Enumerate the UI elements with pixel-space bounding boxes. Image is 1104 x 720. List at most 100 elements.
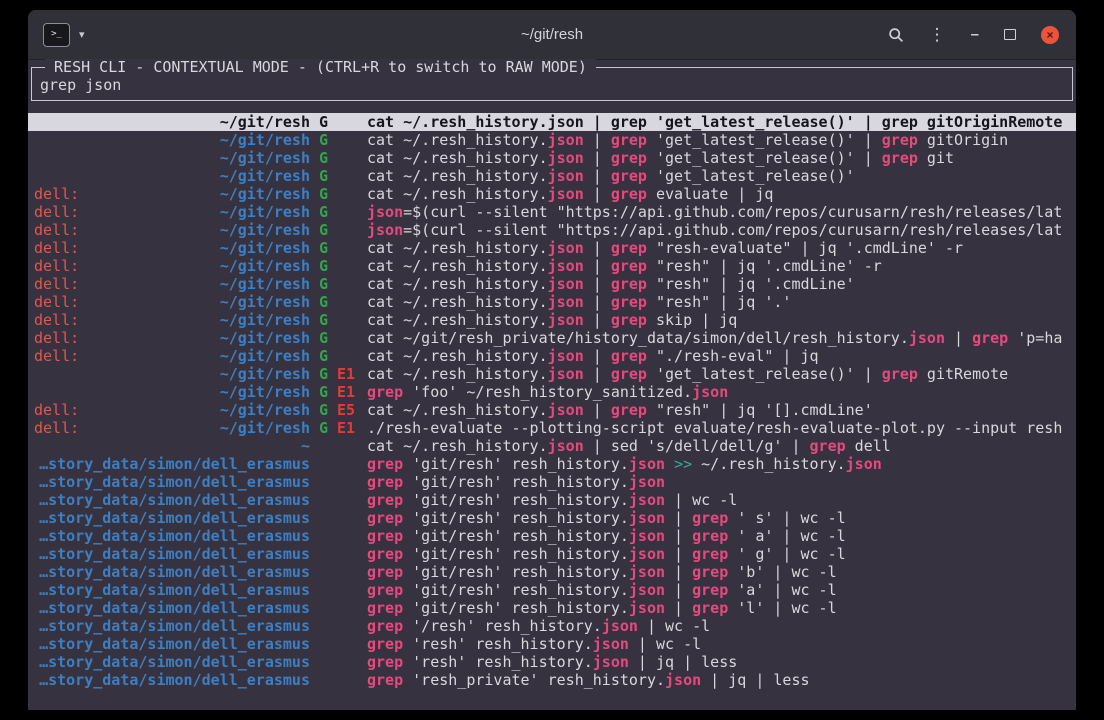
- row-command: cat ~/.resh_history.json | grep "resh" |…: [367, 257, 1076, 275]
- query-match: grep: [611, 113, 647, 131]
- query-match: grep: [367, 527, 403, 545]
- history-row[interactable]: dell:~/git/reshGjson=$(curl --silent "ht…: [28, 203, 1076, 221]
- query-match: json: [548, 131, 584, 149]
- row-flags: [310, 563, 367, 581]
- restore-button[interactable]: [1004, 29, 1016, 40]
- kebab-menu-icon[interactable]: ⋮: [929, 25, 946, 45]
- history-row[interactable]: ~/git/reshGcat ~/.resh_history.json | gr…: [28, 167, 1076, 185]
- row-host: dell:: [34, 329, 79, 347]
- row-command: cat ~/.resh_history.json | grep 'get_lat…: [367, 167, 1076, 185]
- history-row[interactable]: ~/git/reshGE1grep 'foo' ~/resh_history_s…: [28, 383, 1076, 401]
- query-match: grep: [611, 275, 647, 293]
- query-match: grep: [367, 491, 403, 509]
- history-row[interactable]: ~/git/reshGcat ~/.resh_history.json | gr…: [28, 113, 1076, 131]
- history-row[interactable]: …story_data/simon/dell_erasmusgrep 'git/…: [28, 581, 1076, 599]
- history-row[interactable]: ~cat ~/.resh_history.json | sed 's/dell/…: [28, 437, 1076, 455]
- history-row[interactable]: …story_data/simon/dell_erasmusgrep 'resh…: [28, 635, 1076, 653]
- row-command: grep 'git/resh' resh_history.json | grep…: [367, 563, 1076, 581]
- row-flags: [310, 617, 367, 635]
- history-row[interactable]: ~/git/resh Gcat ~/.resh_history.json | gr…: [28, 131, 1076, 149]
- row-directory: …story_data/simon/dell_erasmus: [34, 527, 310, 545]
- row-command: grep 'git/resh' resh_history.json | wc -…: [367, 491, 1076, 509]
- exit-status-flag: E1: [337, 383, 355, 401]
- search-icon[interactable]: [888, 27, 904, 43]
- history-row[interactable]: dell:~/git/reshGE5cat ~/.resh_history.js…: [28, 401, 1076, 419]
- history-row[interactable]: …story_data/simon/dell_erasmusgrep '/res…: [28, 617, 1076, 635]
- history-row[interactable]: dell:~/git/reshGjson=$(curl --silent "ht…: [28, 221, 1076, 239]
- row-flags: [310, 437, 367, 455]
- query-match: json: [629, 527, 665, 545]
- panel-title: RESH CLI - CONTEXTUAL MODE - (CTRL+R to …: [45, 59, 596, 76]
- query-match: grep: [367, 671, 403, 689]
- history-row[interactable]: dell:~/git/reshGcat ~/git/resh_private/h…: [28, 329, 1076, 347]
- git-flag: G: [319, 329, 328, 347]
- history-row[interactable]: dell:~/git/reshGE1./resh-evaluate --plot…: [28, 419, 1076, 437]
- query-match: grep: [972, 329, 1008, 347]
- history-row[interactable]: …story_data/simon/dell_erasmusgrep 'git/…: [28, 455, 1076, 473]
- row-directory: ~/git/resh: [34, 131, 310, 149]
- row-host: dell:: [34, 401, 79, 419]
- history-row[interactable]: dell:~/git/reshGcat ~/.resh_history.json…: [28, 275, 1076, 293]
- history-row[interactable]: …story_data/simon/dell_erasmusgrep 'git/…: [28, 491, 1076, 509]
- git-flag: G: [319, 365, 328, 383]
- shell-operator: >>: [674, 455, 692, 473]
- row-flags: [310, 671, 367, 689]
- row-command: grep 'git/resh' resh_history.json | grep…: [367, 545, 1076, 563]
- row-command: cat ~/.resh_history.json | grep "./resh-…: [367, 347, 1076, 365]
- row-directory: …story_data/simon/dell_erasmus: [34, 455, 310, 473]
- row-command: cat ~/.resh_history.json | grep "resh" |…: [367, 293, 1076, 311]
- row-flags: G: [310, 221, 367, 239]
- query-match: json: [629, 473, 665, 491]
- row-flags: G: [310, 347, 367, 365]
- query-match: grep: [611, 239, 647, 257]
- query-match: json: [548, 311, 584, 329]
- git-flag: G: [319, 131, 328, 149]
- query-match: json: [548, 437, 584, 455]
- titlebar[interactable]: >_ ▾ ~/git/resh ⋮ – ×: [28, 10, 1076, 60]
- query-match: grep: [367, 455, 403, 473]
- history-row[interactable]: dell:~/git/reshGcat ~/.resh_history.json…: [28, 257, 1076, 275]
- row-command: cat ~/.resh_history.json | grep 'get_lat…: [367, 131, 1076, 149]
- row-command: grep 'foo' ~/resh_history_sanitized.json: [367, 383, 1076, 401]
- row-host: dell:: [34, 239, 79, 257]
- query-match: json: [846, 455, 882, 473]
- history-row[interactable]: …story_data/simon/dell_erasmusgrep 'git/…: [28, 545, 1076, 563]
- row-flags: G: [310, 149, 367, 167]
- minimize-button[interactable]: –: [971, 26, 979, 43]
- row-flags: G: [310, 113, 367, 131]
- close-button[interactable]: ×: [1041, 26, 1059, 44]
- history-row[interactable]: dell:~/git/reshGcat ~/.resh_history.json…: [28, 293, 1076, 311]
- history-row[interactable]: …story_data/simon/dell_erasmusgrep 'git/…: [28, 527, 1076, 545]
- history-row[interactable]: ~/git/reshGE1cat ~/.resh_history.json | …: [28, 365, 1076, 383]
- row-command: cat ~/.resh_history.json | grep "resh" |…: [367, 401, 1076, 419]
- row-flags: [310, 491, 367, 509]
- history-row[interactable]: …story_data/simon/dell_erasmusgrep 'git/…: [28, 509, 1076, 527]
- query-match: grep: [611, 311, 647, 329]
- terminal-app-icon[interactable]: >_: [43, 23, 70, 47]
- history-row[interactable]: …story_data/simon/dell_erasmusgrep 'git/…: [28, 563, 1076, 581]
- row-command: cat ~/.resh_history.json | grep "resh-ev…: [367, 239, 1076, 257]
- query-match: json: [367, 203, 403, 221]
- history-row[interactable]: dell:~/git/reshGcat ~/.resh_history.json…: [28, 347, 1076, 365]
- history-row[interactable]: dell:~/git/reshGcat ~/.resh_history.json…: [28, 311, 1076, 329]
- chevron-down-icon[interactable]: ▾: [79, 28, 85, 41]
- history-row[interactable]: …story_data/simon/dell_erasmusgrep 'git/…: [28, 599, 1076, 617]
- row-command: grep 'resh' resh_history.json | jq | les…: [367, 653, 1076, 671]
- query-match: json: [629, 491, 665, 509]
- row-directory: ~/git/resh: [34, 365, 310, 383]
- history-row[interactable]: …story_data/simon/dell_erasmusgrep 'resh…: [28, 671, 1076, 689]
- query-match: grep: [611, 185, 647, 203]
- row-flags: G: [310, 167, 367, 185]
- row-host: dell:: [34, 221, 79, 239]
- history-row[interactable]: ~/git/reshGcat ~/.resh_history.json | gr…: [28, 149, 1076, 167]
- query-match: grep: [692, 581, 728, 599]
- history-row[interactable]: …story_data/simon/dell_erasmusgrep 'git/…: [28, 473, 1076, 491]
- history-row[interactable]: dell:~/git/reshGcat ~/.resh_history.json…: [28, 185, 1076, 203]
- row-command: cat ~/.resh_history.json | grep 'get_lat…: [367, 365, 1076, 383]
- history-row[interactable]: dell:~/git/reshGcat ~/.resh_history.json…: [28, 239, 1076, 257]
- row-host: dell:: [34, 419, 79, 437]
- query-match: grep: [367, 509, 403, 527]
- row-command: ./resh-evaluate --plotting-script evalua…: [367, 419, 1076, 437]
- query-match: grep: [692, 599, 728, 617]
- history-row[interactable]: …story_data/simon/dell_erasmusgrep 'resh…: [28, 653, 1076, 671]
